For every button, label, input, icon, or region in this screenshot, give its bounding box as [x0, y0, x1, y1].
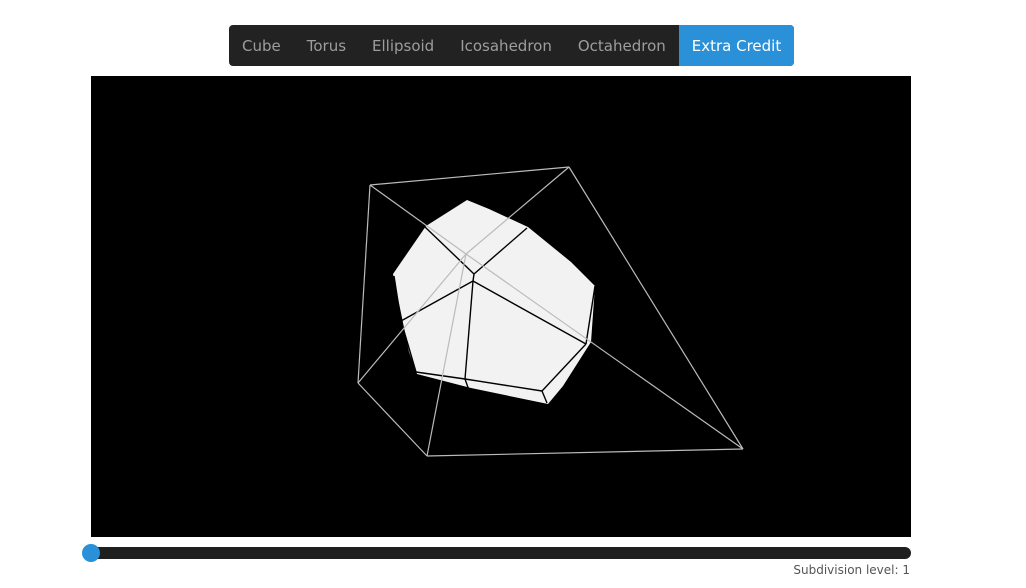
tab-torus[interactable]: Torus: [294, 25, 359, 66]
mesh-render: [357, 166, 744, 457]
tab-ellipsoid[interactable]: Ellipsoid: [359, 25, 447, 66]
tab-icosahedron[interactable]: Icosahedron: [447, 25, 565, 66]
render-viewport[interactable]: [91, 76, 911, 537]
tab-octahedron[interactable]: Octahedron: [565, 25, 679, 66]
tab-cube[interactable]: Cube: [229, 25, 294, 66]
tab-extra-credit[interactable]: Extra Credit: [678, 25, 795, 66]
subdivision-level-label: Subdivision level: 1: [793, 563, 910, 577]
subdivision-slider-track[interactable]: [91, 547, 911, 559]
shape-tab-bar: Cube Torus Ellipsoid Icosahedron Octahed…: [229, 25, 795, 66]
subdivision-slider-thumb[interactable]: [82, 544, 100, 562]
